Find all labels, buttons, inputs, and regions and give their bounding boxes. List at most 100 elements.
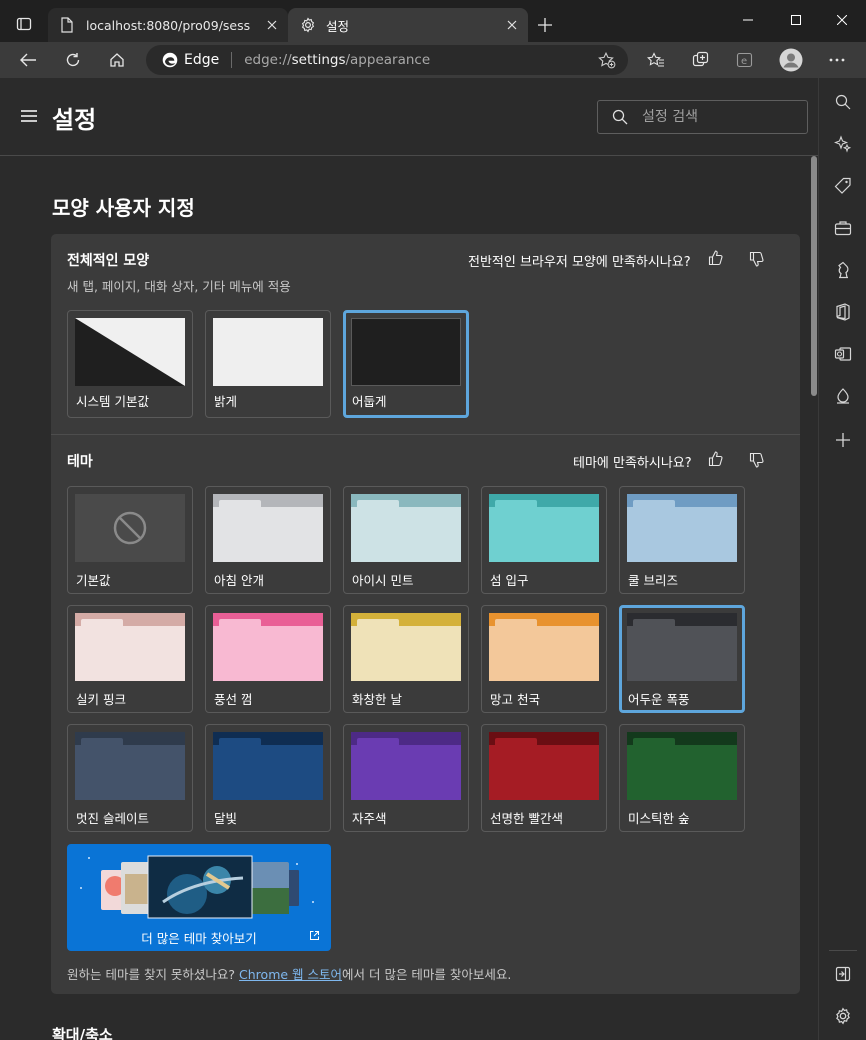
url-prefix: edge:// bbox=[244, 52, 292, 68]
theme-tile[interactable]: 미스틱한 숲 bbox=[619, 724, 745, 832]
theme-label: 자주색 bbox=[352, 811, 387, 826]
minimize-icon[interactable] bbox=[724, 0, 772, 40]
theme-label: 화창한 날 bbox=[352, 692, 402, 707]
home-icon[interactable] bbox=[99, 42, 135, 78]
search-icon bbox=[612, 109, 628, 125]
tab-settings[interactable]: 설정 bbox=[288, 8, 528, 42]
more-menu-icon[interactable] bbox=[819, 42, 855, 78]
close-window-icon[interactable] bbox=[818, 0, 866, 40]
url-text[interactable]: edge://settings/appearance bbox=[244, 52, 430, 68]
theme-folder-preview bbox=[351, 732, 461, 800]
theme-tile[interactable]: 섬 입구 bbox=[481, 486, 607, 594]
copilot-sparkle-icon[interactable] bbox=[819, 124, 866, 164]
theme-label: 풍선 껌 bbox=[214, 692, 253, 707]
footnote-text: 에서 더 많은 테마를 찾아보세요. bbox=[342, 967, 512, 982]
tab-localhost[interactable]: localhost:8080/pro09/sess bbox=[48, 8, 288, 42]
theme-label: 선명한 빨간색 bbox=[490, 811, 563, 826]
svg-text:e: e bbox=[741, 56, 747, 67]
appearance-option-system[interactable]: 시스템 기본값 bbox=[67, 310, 193, 418]
drop-icon[interactable] bbox=[819, 376, 866, 416]
thumbs-down-icon[interactable] bbox=[749, 452, 764, 468]
thumbs-up-icon[interactable] bbox=[708, 250, 723, 266]
appearance-option-label: 밝게 bbox=[214, 394, 238, 409]
tab-actions-icon[interactable] bbox=[12, 12, 36, 36]
theme-label: 어두운 폭풍 bbox=[628, 692, 690, 707]
outlook-icon[interactable] bbox=[819, 334, 866, 374]
ie-mode-icon[interactable]: e bbox=[727, 42, 763, 78]
collections-icon[interactable] bbox=[683, 42, 719, 78]
theme-folder-preview bbox=[489, 494, 599, 562]
overall-appearance-heading: 전체적인 모양 bbox=[67, 253, 150, 269]
theme-label: 아침 안개 bbox=[214, 573, 264, 588]
close-tab-icon[interactable] bbox=[262, 15, 282, 35]
tab-title: 설정 bbox=[326, 18, 350, 34]
shopping-tag-icon[interactable] bbox=[819, 166, 866, 206]
add-sidebar-app-icon[interactable] bbox=[819, 420, 866, 460]
theme-tile[interactable]: 쿨 브리즈 bbox=[619, 486, 745, 594]
theme-tile[interactable]: 선명한 빨간색 bbox=[481, 724, 607, 832]
address-separator bbox=[231, 52, 233, 68]
appearance-option-label: 어둡게 bbox=[352, 394, 387, 409]
scrollbar-thumb[interactable] bbox=[811, 156, 817, 396]
chrome-web-store-link[interactable]: Chrome 웹 스토어 bbox=[239, 967, 342, 982]
sidebar-settings-icon[interactable] bbox=[819, 996, 866, 1036]
theme-tile[interactable]: 망고 천국 bbox=[481, 605, 607, 713]
system-default-preview bbox=[75, 318, 185, 386]
footnote-text: 원하는 테마를 찾지 못하셨나요? bbox=[67, 967, 240, 982]
thumbs-up-icon[interactable] bbox=[708, 451, 723, 467]
theme-tile[interactable]: 자주색 bbox=[343, 724, 469, 832]
sidebar-divider bbox=[829, 950, 857, 951]
games-chess-icon[interactable] bbox=[819, 250, 866, 290]
theme-folder-preview bbox=[489, 732, 599, 800]
new-tab-icon[interactable] bbox=[534, 14, 556, 36]
theme-tile[interactable]: 멋진 슬레이트 bbox=[67, 724, 193, 832]
office-icon[interactable] bbox=[819, 292, 866, 332]
overall-feedback-question: 전반적인 브라우저 모양에 만족하시나요? bbox=[468, 255, 691, 270]
search-icon[interactable] bbox=[819, 82, 866, 122]
theme-folder-preview bbox=[627, 732, 737, 800]
refresh-icon[interactable] bbox=[55, 42, 91, 78]
hamburger-menu-icon[interactable] bbox=[20, 109, 38, 123]
theme-folder-preview bbox=[75, 732, 185, 800]
back-icon[interactable] bbox=[10, 42, 46, 78]
theme-label: 미스틱한 숲 bbox=[628, 811, 690, 826]
appearance-option-light[interactable]: 밝게 bbox=[205, 310, 331, 418]
theme-tile[interactable]: 아이시 민트 bbox=[343, 486, 469, 594]
maximize-icon[interactable] bbox=[772, 0, 820, 40]
tools-briefcase-icon[interactable] bbox=[819, 208, 866, 248]
theme-label: 실키 핑크 bbox=[76, 692, 126, 707]
theme-label: 섬 입구 bbox=[490, 573, 529, 588]
external-link-icon bbox=[309, 930, 320, 941]
theme-tile[interactable]: 어두운 폭풍 bbox=[619, 605, 745, 713]
address-bar[interactable]: Edge edge://settings/appearance bbox=[146, 45, 628, 75]
more-themes-button[interactable]: 더 많은 테마 찾아보기 bbox=[67, 844, 331, 951]
favorites-icon[interactable] bbox=[638, 42, 674, 78]
theme-tile[interactable]: 풍선 껌 bbox=[205, 605, 331, 713]
section-divider bbox=[51, 434, 800, 435]
theme-label: 멋진 슬레이트 bbox=[76, 811, 149, 826]
thumbs-down-icon[interactable] bbox=[749, 251, 764, 267]
appearance-option-dark[interactable]: 어둡게 bbox=[343, 310, 469, 418]
theme-label: 기본값 bbox=[76, 573, 111, 588]
theme-folder-preview bbox=[627, 494, 737, 562]
light-preview bbox=[213, 318, 323, 386]
theme-tile[interactable]: 기본값 bbox=[67, 486, 193, 594]
close-tab-icon[interactable] bbox=[502, 15, 522, 35]
theme-tile[interactable]: 달빛 bbox=[205, 724, 331, 832]
theme-folder-preview bbox=[351, 494, 461, 562]
theme-tile[interactable]: 아침 안개 bbox=[205, 486, 331, 594]
search-input[interactable] bbox=[642, 109, 792, 125]
theme-heading: 테마 bbox=[67, 454, 93, 470]
theme-feedback-question: 테마에 만족하시나요? bbox=[573, 456, 692, 471]
theme-tile[interactable]: 실키 핑크 bbox=[67, 605, 193, 713]
search-box[interactable] bbox=[597, 100, 808, 134]
theme-label: 달빛 bbox=[214, 811, 238, 826]
gear-icon bbox=[300, 17, 316, 33]
theme-folder-preview bbox=[213, 732, 323, 800]
themes-footnote: 원하는 테마를 찾지 못하셨나요? Chrome 웹 스토어에서 더 많은 테마… bbox=[67, 964, 511, 983]
add-favorite-icon[interactable] bbox=[598, 52, 616, 69]
theme-tile[interactable]: 화창한 날 bbox=[343, 605, 469, 713]
avatar[interactable] bbox=[773, 42, 809, 78]
theme-folder-preview bbox=[213, 613, 323, 681]
hide-sidebar-icon[interactable] bbox=[819, 954, 866, 994]
